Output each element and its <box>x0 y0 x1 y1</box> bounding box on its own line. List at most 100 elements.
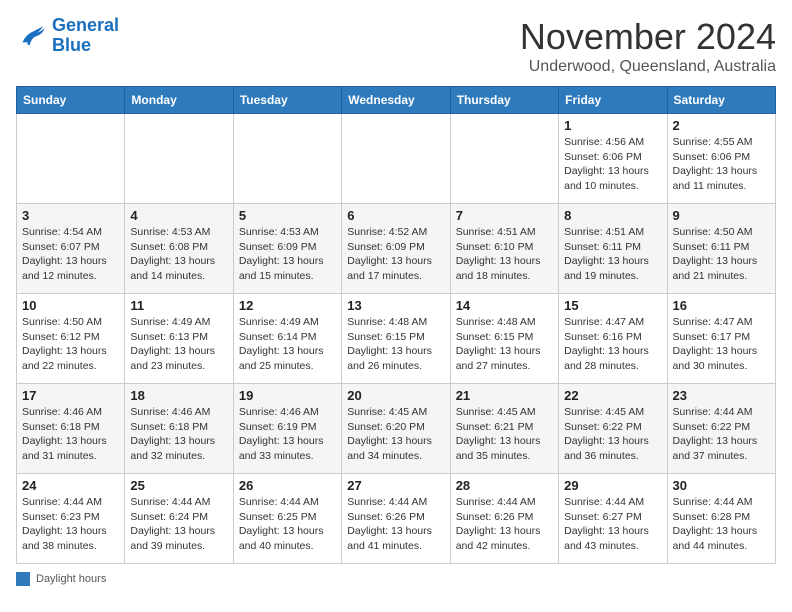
day-number: 8 <box>564 208 661 223</box>
day-number: 2 <box>673 118 770 133</box>
day-info: Sunrise: 4:56 AM Sunset: 6:06 PM Dayligh… <box>564 135 661 194</box>
day-number: 15 <box>564 298 661 313</box>
legend-label: Daylight hours <box>36 573 106 585</box>
calendar-table: SundayMondayTuesdayWednesdayThursdayFrid… <box>16 86 776 564</box>
column-header-saturday: Saturday <box>667 87 775 114</box>
calendar-cell <box>233 114 341 204</box>
column-header-thursday: Thursday <box>450 87 558 114</box>
day-info: Sunrise: 4:50 AM Sunset: 6:12 PM Dayligh… <box>22 315 119 374</box>
calendar-cell: 14 Sunrise: 4:48 AM Sunset: 6:15 PM Dayli… <box>450 294 558 384</box>
column-header-sunday: Sunday <box>17 87 125 114</box>
calendar-cell: 3Sunrise: 4:54 AM Sunset: 6:07 PM Daylig… <box>17 204 125 294</box>
logo: General Blue <box>16 16 119 56</box>
day-info: Sunrise: 4:45 AM Sunset: 6:20 PM Dayligh… <box>347 405 444 464</box>
calendar-week-2: 3Sunrise: 4:54 AM Sunset: 6:07 PM Daylig… <box>17 204 776 294</box>
logo-text: General Blue <box>52 16 119 56</box>
calendar-cell: 21Sunrise: 4:45 AM Sunset: 6:21 PM Dayli… <box>450 384 558 474</box>
calendar-cell: 2 Sunrise: 4:55 AM Sunset: 6:06 PM Daylig… <box>667 114 775 204</box>
calendar-cell: 24 Sunrise: 4:44 AM Sunset: 6:23 PM Dayli… <box>17 474 125 564</box>
day-info: Sunrise: 4:47 AM Sunset: 6:16 PM Dayligh… <box>564 315 661 374</box>
logo-bird-icon <box>16 20 48 52</box>
calendar-cell: 12 Sunrise: 4:49 AM Sunset: 6:14 PM Dayli… <box>233 294 341 384</box>
title-block: November 2024 Underwood, Queensland, Aus… <box>520 16 776 76</box>
day-info: Sunrise: 4:46 AM Sunset: 6:18 PM Dayligh… <box>130 405 227 464</box>
calendar-cell: 23Sunrise: 4:44 AM Sunset: 6:22 PM Dayli… <box>667 384 775 474</box>
column-header-wednesday: Wednesday <box>342 87 450 114</box>
day-number: 4 <box>130 208 227 223</box>
calendar-cell: 9 Sunrise: 4:50 AM Sunset: 6:11 PM Daylig… <box>667 204 775 294</box>
day-number: 14 <box>456 298 553 313</box>
day-info: Sunrise: 4:46 AM Sunset: 6:19 PM Dayligh… <box>239 405 336 464</box>
calendar-cell: 18 Sunrise: 4:46 AM Sunset: 6:18 PM Dayli… <box>125 384 233 474</box>
calendar-cell: 27 Sunrise: 4:44 AM Sunset: 6:26 PM Dayli… <box>342 474 450 564</box>
day-number: 29 <box>564 478 661 493</box>
calendar-cell: 16 Sunrise: 4:47 AM Sunset: 6:17 PM Dayli… <box>667 294 775 384</box>
calendar-cell: 20 Sunrise: 4:45 AM Sunset: 6:20 PM Dayli… <box>342 384 450 474</box>
day-info: Sunrise: 4:51 AM Sunset: 6:11 PM Dayligh… <box>564 225 661 284</box>
day-number: 24 <box>22 478 119 493</box>
column-header-monday: Monday <box>125 87 233 114</box>
day-number: 23 <box>673 388 770 403</box>
calendar-cell: 6Sunrise: 4:52 AM Sunset: 6:09 PM Daylig… <box>342 204 450 294</box>
day-number: 5 <box>239 208 336 223</box>
day-info: Sunrise: 4:44 AM Sunset: 6:28 PM Dayligh… <box>673 495 770 554</box>
calendar-cell: 13Sunrise: 4:48 AM Sunset: 6:15 PM Dayli… <box>342 294 450 384</box>
day-info: Sunrise: 4:53 AM Sunset: 6:08 PM Dayligh… <box>130 225 227 284</box>
day-info: Sunrise: 4:44 AM Sunset: 6:26 PM Dayligh… <box>347 495 444 554</box>
day-info: Sunrise: 4:44 AM Sunset: 6:26 PM Dayligh… <box>456 495 553 554</box>
day-number: 12 <box>239 298 336 313</box>
day-info: Sunrise: 4:52 AM Sunset: 6:09 PM Dayligh… <box>347 225 444 284</box>
day-number: 21 <box>456 388 553 403</box>
day-number: 1 <box>564 118 661 133</box>
day-number: 28 <box>456 478 553 493</box>
calendar-cell: 4 Sunrise: 4:53 AM Sunset: 6:08 PM Daylig… <box>125 204 233 294</box>
calendar-week-1: 1 Sunrise: 4:56 AM Sunset: 6:06 PM Daylig… <box>17 114 776 204</box>
day-number: 3 <box>22 208 119 223</box>
calendar-cell: 28 Sunrise: 4:44 AM Sunset: 6:26 PM Dayli… <box>450 474 558 564</box>
day-info: Sunrise: 4:44 AM Sunset: 6:25 PM Dayligh… <box>239 495 336 554</box>
day-number: 19 <box>239 388 336 403</box>
calendar-cell: 15 Sunrise: 4:47 AM Sunset: 6:16 PM Dayli… <box>559 294 667 384</box>
calendar-cell: 1 Sunrise: 4:56 AM Sunset: 6:06 PM Daylig… <box>559 114 667 204</box>
column-header-friday: Friday <box>559 87 667 114</box>
day-info: Sunrise: 4:55 AM Sunset: 6:06 PM Dayligh… <box>673 135 770 194</box>
day-info: Sunrise: 4:44 AM Sunset: 6:24 PM Dayligh… <box>130 495 227 554</box>
day-info: Sunrise: 4:49 AM Sunset: 6:14 PM Dayligh… <box>239 315 336 374</box>
day-number: 26 <box>239 478 336 493</box>
day-number: 17 <box>22 388 119 403</box>
legend-color-box <box>16 572 30 586</box>
day-number: 16 <box>673 298 770 313</box>
calendar-cell <box>342 114 450 204</box>
day-number: 13 <box>347 298 444 313</box>
day-info: Sunrise: 4:50 AM Sunset: 6:11 PM Dayligh… <box>673 225 770 284</box>
day-info: Sunrise: 4:48 AM Sunset: 6:15 PM Dayligh… <box>456 315 553 374</box>
day-number: 18 <box>130 388 227 403</box>
day-number: 27 <box>347 478 444 493</box>
day-number: 20 <box>347 388 444 403</box>
day-info: Sunrise: 4:45 AM Sunset: 6:22 PM Dayligh… <box>564 405 661 464</box>
calendar-cell: 22 Sunrise: 4:45 AM Sunset: 6:22 PM Dayli… <box>559 384 667 474</box>
month-title: November 2024 <box>520 16 776 58</box>
calendar-cell: 7Sunrise: 4:51 AM Sunset: 6:10 PM Daylig… <box>450 204 558 294</box>
calendar-week-5: 24 Sunrise: 4:44 AM Sunset: 6:23 PM Dayli… <box>17 474 776 564</box>
page-header: General Blue November 2024 Underwood, Qu… <box>16 16 776 76</box>
calendar-cell <box>450 114 558 204</box>
day-number: 7 <box>456 208 553 223</box>
calendar-cell: 25 Sunrise: 4:44 AM Sunset: 6:24 PM Dayli… <box>125 474 233 564</box>
calendar-cell: 11Sunrise: 4:49 AM Sunset: 6:13 PM Dayli… <box>125 294 233 384</box>
calendar-cell <box>125 114 233 204</box>
day-number: 22 <box>564 388 661 403</box>
calendar-week-4: 17 Sunrise: 4:46 AM Sunset: 6:18 PM Dayli… <box>17 384 776 474</box>
location-title: Underwood, Queensland, Australia <box>520 58 776 76</box>
calendar-cell: 17Sunrise: 4:46 AM Sunset: 6:18 PM Dayli… <box>17 384 125 474</box>
calendar-cell: 30 Sunrise: 4:44 AM Sunset: 6:28 PM Dayli… <box>667 474 775 564</box>
day-info: Sunrise: 4:44 AM Sunset: 6:23 PM Dayligh… <box>22 495 119 554</box>
day-number: 30 <box>673 478 770 493</box>
day-info: Sunrise: 4:44 AM Sunset: 6:27 PM Dayligh… <box>564 495 661 554</box>
day-info: Sunrise: 4:47 AM Sunset: 6:17 PM Dayligh… <box>673 315 770 374</box>
day-number: 9 <box>673 208 770 223</box>
calendar-header-row: SundayMondayTuesdayWednesdayThursdayFrid… <box>17 87 776 114</box>
calendar-cell: 10Sunrise: 4:50 AM Sunset: 6:12 PM Dayli… <box>17 294 125 384</box>
day-number: 25 <box>130 478 227 493</box>
calendar-cell <box>17 114 125 204</box>
